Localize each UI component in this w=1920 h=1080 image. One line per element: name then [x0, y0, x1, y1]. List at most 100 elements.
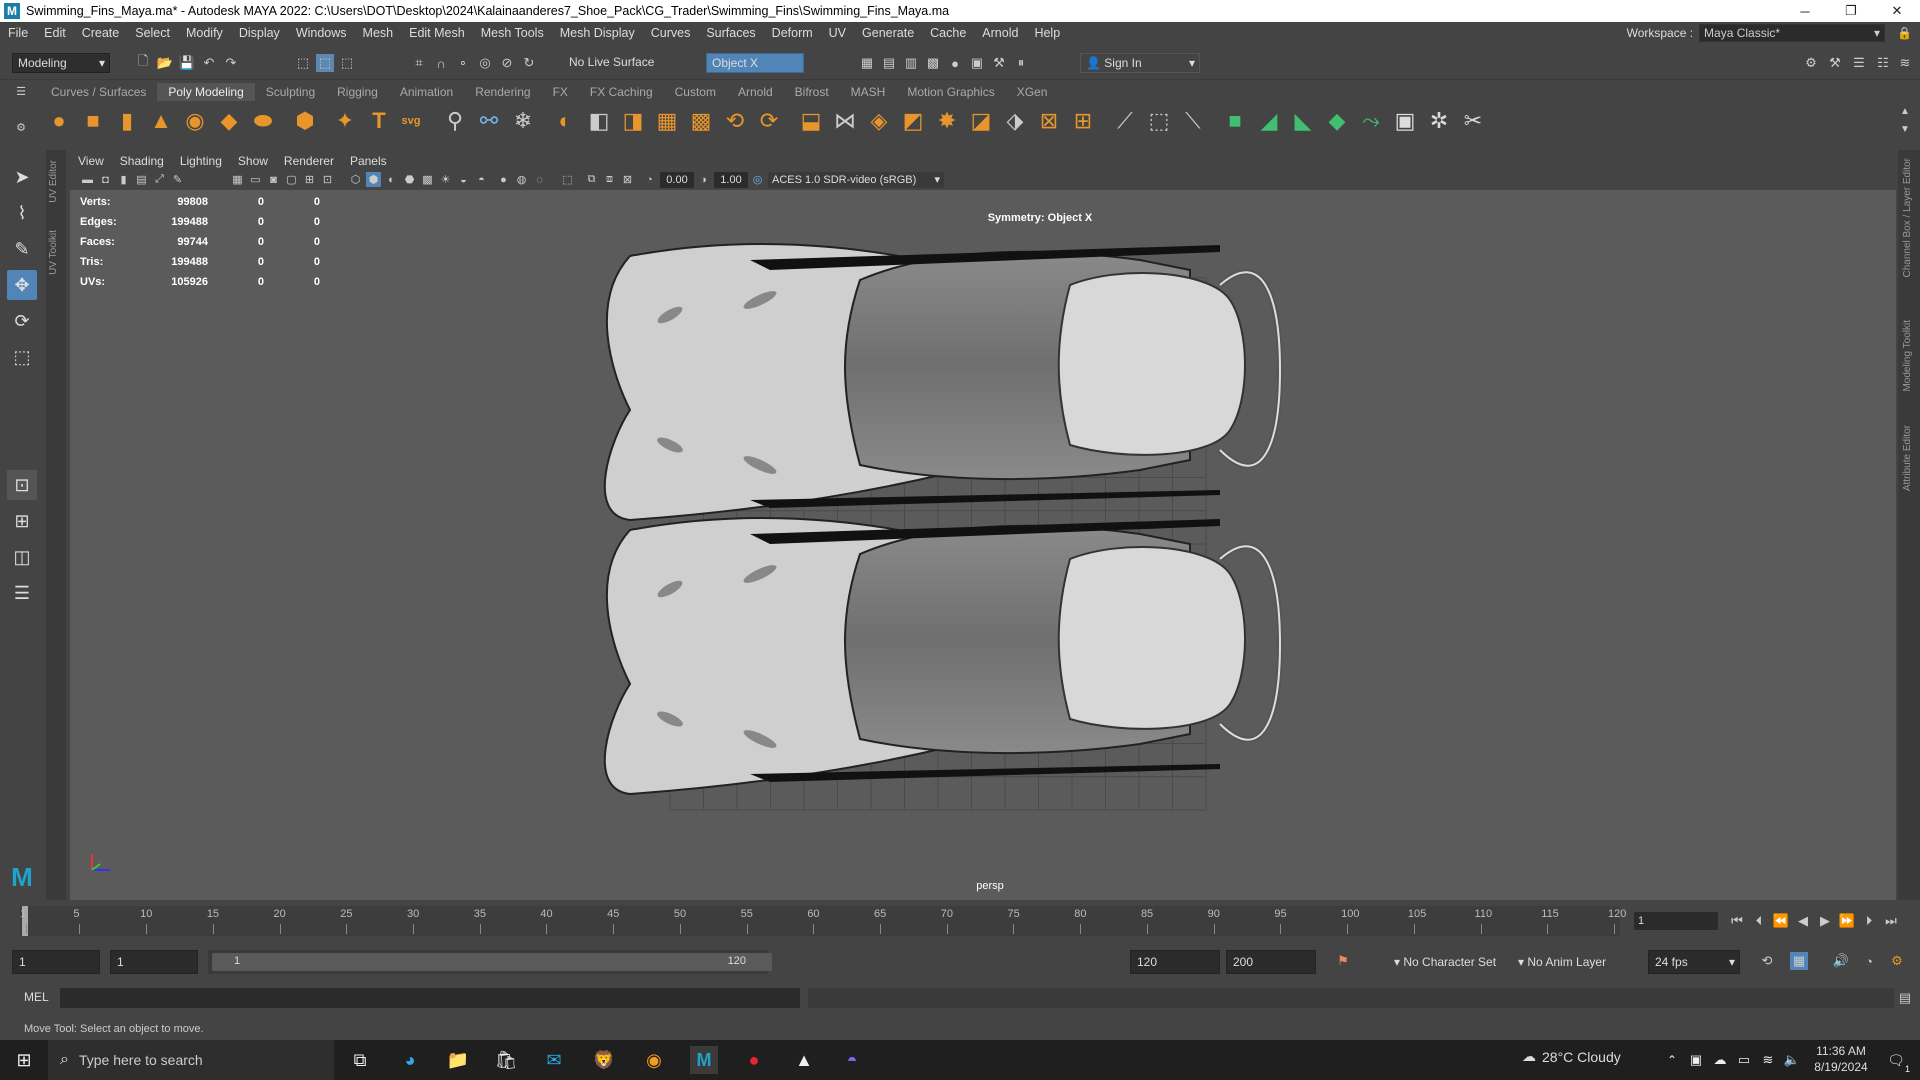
separate-icon[interactable]: ◧	[584, 106, 614, 136]
xray-icon[interactable]: ⧉	[584, 172, 599, 187]
range-slider-handle[interactable]: 1 120	[212, 953, 772, 971]
append-icon[interactable]: ✸	[932, 106, 962, 136]
film-gate-icon[interactable]: ▭	[248, 172, 263, 187]
layer-editor-icon[interactable]: ≋	[1896, 54, 1914, 72]
insert-edge-loop-icon[interactable]: ⬚	[1144, 106, 1174, 136]
symmetry-dropdown[interactable]: Object X	[706, 53, 804, 73]
shelf-scroll-down-icon[interactable]: ▼	[1898, 122, 1912, 136]
clock[interactable]: 11:36 AM 8/19/2024	[1806, 1043, 1876, 1075]
poke-icon[interactable]: ⬗	[1000, 106, 1030, 136]
snap-grid-icon[interactable]: ⌗	[410, 54, 428, 72]
menu-create[interactable]: Create	[74, 26, 128, 40]
windows-start-icon[interactable]: ⊞	[10, 1046, 38, 1074]
menu-display[interactable]: Display	[231, 26, 288, 40]
hypershade-icon[interactable]: ●	[946, 54, 964, 72]
anim-layer-dropdown[interactable]: ▾ No Anim Layer	[1518, 950, 1628, 974]
sound-icon[interactable]: 🔊	[1832, 952, 1850, 970]
close-button[interactable]: ✕	[1874, 0, 1920, 22]
maya-taskbar-icon[interactable]: M	[690, 1046, 718, 1074]
panel-menu-view[interactable]: View	[70, 154, 112, 168]
four-view-icon[interactable]: ⊞	[7, 506, 37, 536]
redo-icon[interactable]: ↷	[222, 54, 240, 72]
playback-speed-icon[interactable]: ◔	[1860, 952, 1878, 970]
safe-action-icon[interactable]: ⊡	[320, 172, 335, 187]
motion-blur-icon[interactable]: ●	[496, 172, 511, 187]
cache-playback-icon[interactable]: ▦	[1790, 952, 1808, 970]
move-tool-icon[interactable]: ✥	[7, 270, 37, 300]
play-forwards-icon[interactable]: ▶	[1816, 912, 1834, 930]
snap-view-icon[interactable]: ◎	[476, 54, 494, 72]
bookmark-icon[interactable]: ▮	[116, 172, 131, 187]
poly-torus-icon[interactable]: ◉	[180, 106, 210, 136]
blender-icon[interactable]: ◉	[640, 1046, 668, 1074]
bevel-icon[interactable]: ◈	[864, 106, 894, 136]
script-editor-icon[interactable]: ▤	[1896, 989, 1914, 1007]
exposure-field[interactable]: 0.00	[660, 172, 694, 188]
reduce-icon[interactable]: ⟲	[720, 106, 750, 136]
playback-start-field[interactable]: 1	[110, 950, 198, 974]
two-view-icon[interactable]: ◫	[7, 542, 37, 572]
open-scene-icon[interactable]: 📂	[156, 54, 174, 72]
fps-dropdown[interactable]: 24 fps ▾	[1648, 950, 1740, 974]
fill-hole-icon[interactable]: ◩	[898, 106, 928, 136]
auto-key-icon[interactable]: ⚑	[1334, 952, 1352, 970]
end-time-field[interactable]: 200	[1226, 950, 1316, 974]
poly-disc-icon[interactable]: ⬬	[248, 106, 278, 136]
panel-menu-shading[interactable]: Shading	[112, 154, 172, 168]
shelf-menu-icon[interactable]: ☰	[14, 84, 28, 98]
sign-in-button[interactable]: 👤 Sign In ▾	[1080, 53, 1200, 73]
menu-edit[interactable]: Edit	[36, 26, 74, 40]
image-plane-icon[interactable]: ▤	[134, 172, 149, 187]
paint-select-icon[interactable]: ✎	[7, 234, 37, 264]
mel-input[interactable]	[60, 988, 800, 1008]
shadows-icon[interactable]: ◒	[456, 172, 471, 187]
two-d-pan-icon[interactable]: ⤢	[152, 172, 167, 187]
tab-xgen[interactable]: XGen	[1006, 83, 1059, 101]
menu-mesh[interactable]: Mesh	[355, 26, 402, 40]
render-sequence-icon[interactable]: ▤	[880, 54, 898, 72]
combine-icon[interactable]: ◐	[550, 106, 580, 136]
extract-icon[interactable]: ◨	[618, 106, 648, 136]
app-red-icon[interactable]: ●	[740, 1046, 768, 1074]
smooth-shade-icon[interactable]: ⬢	[366, 172, 381, 187]
tab-custom[interactable]: Custom	[664, 83, 727, 101]
panel-menu-lighting[interactable]: Lighting	[172, 154, 230, 168]
menu-generate[interactable]: Generate	[854, 26, 922, 40]
undo-icon[interactable]: ↶	[200, 54, 218, 72]
pause-icon[interactable]: ⏸	[1012, 54, 1030, 72]
poly-cone-icon[interactable]: ▲	[146, 106, 176, 136]
gamma-icon[interactable]: ◑	[696, 172, 711, 187]
scale-tool-icon[interactable]: ⬚	[7, 342, 37, 372]
single-perspective-icon[interactable]: ⊡	[7, 470, 37, 500]
wireframe-on-shaded-icon[interactable]: ⬣	[402, 172, 417, 187]
poly-cylinder-icon[interactable]: ▮	[112, 106, 142, 136]
select-object-icon[interactable]: ⬚	[316, 54, 334, 72]
grease-pencil-icon[interactable]: ✎	[170, 172, 185, 187]
grid-toggle-icon[interactable]: ▦	[230, 172, 245, 187]
modeling-toolkit-icon[interactable]: ⚒	[1826, 54, 1844, 72]
tab-bifrost[interactable]: Bifrost	[784, 83, 840, 101]
file-explorer-icon[interactable]: 📁	[444, 1046, 472, 1074]
uv-cylindrical-icon[interactable]: ◢	[1254, 106, 1284, 136]
uv-spherical-icon[interactable]: ◣	[1288, 106, 1318, 136]
menu-set-dropdown[interactable]: Modeling ▾	[12, 53, 110, 73]
menu-mesh-tools[interactable]: Mesh Tools	[473, 26, 552, 40]
duplicate-face-icon[interactable]: ⊞	[1068, 106, 1098, 136]
uv-planar-icon[interactable]: ■	[1220, 106, 1250, 136]
panel-menu-panels[interactable]: Panels	[342, 154, 395, 168]
sculpt-icon[interactable]: ⚲	[440, 106, 470, 136]
tab-poly-modeling[interactable]: Poly Modeling	[157, 83, 255, 101]
select-hierarchy-icon[interactable]: ⬚	[294, 54, 312, 72]
channel-box-tab[interactable]: Channel Box / Layer Editor	[1902, 158, 1913, 278]
step-forward-frame-icon[interactable]: ⏵	[1860, 912, 1878, 930]
step-back-key-icon[interactable]: ⏪	[1772, 912, 1790, 930]
uv-toolkit-tab[interactable]: UV Toolkit	[48, 230, 59, 275]
menu-surfaces[interactable]: Surfaces	[698, 26, 763, 40]
playback-end-field[interactable]: 120	[1130, 950, 1220, 974]
platonic-solid-icon[interactable]: ⬢	[290, 106, 320, 136]
tab-rendering[interactable]: Rendering	[464, 83, 541, 101]
textured-icon[interactable]: ▩	[420, 172, 435, 187]
menu-curves[interactable]: Curves	[643, 26, 699, 40]
multisample-aa-icon[interactable]: ◍	[514, 172, 529, 187]
animation-prefs-icon[interactable]: ⚙	[1888, 952, 1906, 970]
